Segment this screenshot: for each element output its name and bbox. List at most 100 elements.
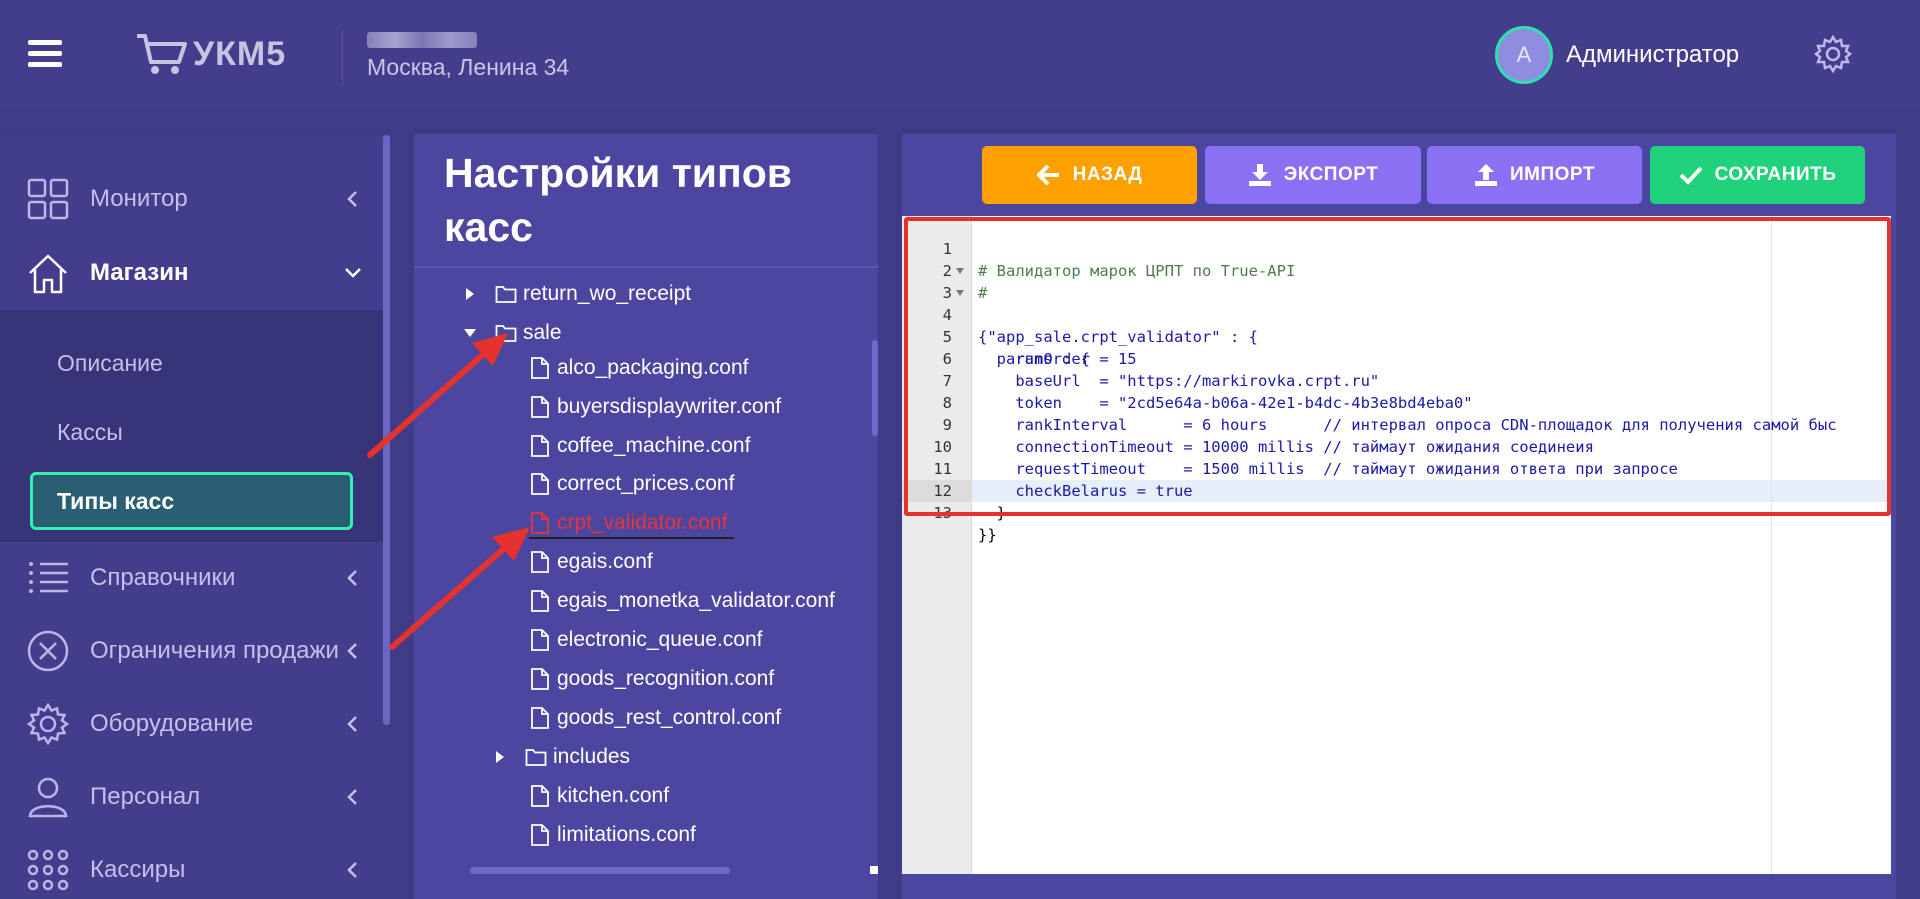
submenu-item-cashbox-types[interactable]: Типы касс [30,472,353,530]
divider [414,266,878,268]
header-divider [342,30,343,86]
sidebar: Монитор Магазин Описание Кассы Типы касс… [0,135,383,899]
back-label: НАЗАД [1072,164,1143,185]
chevron-down-icon [345,268,361,278]
gear-icon [26,702,70,746]
file-icon [531,473,549,495]
user-menu[interactable]: A Администратор [1495,26,1739,84]
chevron-left-icon [347,191,357,207]
sidebar-item-label: Справочники [90,564,236,591]
file-icon [531,551,549,573]
tree-file-kitchen[interactable]: kitchen.conf [529,778,669,814]
tree-file-limitations[interactable]: limitations.conf [529,817,696,853]
store-selector[interactable]: Москва, Ленина 34 [367,32,569,81]
file-icon [531,785,549,807]
file-icon [531,590,549,612]
caret-right-icon [496,751,504,763]
tree-label: limitations.conf [557,823,696,846]
tree-file-egais-monetka-validator[interactable]: egais_monetka_validator.conf [529,583,835,619]
sidebar-item-label: Оборудование [90,710,254,737]
tree-file-buyersdisplaywriter[interactable]: buyersdisplaywriter.conf [529,389,781,425]
submenu-item-description[interactable]: Описание [57,350,163,377]
cart-icon [137,34,187,74]
upload-icon [1475,164,1498,186]
avatar: A [1495,26,1553,84]
folder-icon [495,286,517,303]
arrow-left-icon [1036,164,1059,186]
top-bar: УКМ5 Москва, Ленина 34 A Администратор [0,0,1920,108]
tree-folder-sale[interactable]: sale [463,315,562,351]
code-text: }} [978,526,997,544]
sidebar-item-monitor[interactable]: Монитор [0,166,383,232]
tree-folder-return-wo-receipt[interactable]: return_wo_receipt [463,276,691,312]
import-label: ИМПОРТ [1510,164,1595,185]
sidebar-item-label: Ограничения продажи [90,637,339,664]
scrollbar-corner [870,866,878,874]
checkmark-icon [1679,166,1703,185]
tree-file-alco-packaging[interactable]: alco_packaging.conf [529,350,748,386]
panel-title: Настройки типов касс [444,150,792,250]
sidebar-item-equipment[interactable]: Оборудование [0,691,383,757]
sidebar-item-directories[interactable]: Справочники [0,545,383,611]
file-icon [531,396,549,418]
tree-label: goods_recognition.conf [557,667,775,690]
x-circle-icon [27,630,69,672]
tree-horizontal-scrollbar[interactable] [470,867,730,874]
file-icon [531,357,549,379]
store-name-blurred [367,32,477,48]
file-icon [531,512,549,534]
tree-label: goods_rest_control.conf [557,706,782,729]
tree-label: egais_monetka_validator.conf [557,589,835,612]
caret-down-icon [464,329,476,337]
import-button[interactable]: ИМПОРТ [1427,146,1642,204]
tree-vertical-scrollbar[interactable] [872,340,878,436]
sidebar-item-cashiers[interactable]: Кассиры [0,837,383,899]
settings-gear-icon[interactable] [1813,34,1853,74]
tree-label: crpt_validator.conf [557,511,728,534]
save-button[interactable]: СОХРАНИТЬ [1650,146,1865,204]
tree-file-correct-prices[interactable]: correct_prices.conf [529,466,734,502]
tree-label: includes [553,745,631,768]
submenu-item-cashboxes[interactable]: Кассы [57,419,123,446]
tree-file-goods-recognition[interactable]: goods_recognition.conf [529,661,774,697]
tree-label: sale [523,321,562,344]
folder-icon [495,325,517,342]
dots-grid-icon [27,849,69,891]
caret-right-icon [466,288,474,300]
logo-text: УКМ5 [193,34,287,73]
sidebar-item-label: Монитор [90,185,188,212]
chevron-left-icon [347,570,357,586]
hamburger-menu-icon[interactable] [28,40,62,68]
tree-label: correct_prices.conf [557,472,735,495]
tree-file-crpt-validator[interactable]: crpt_validator.conf [529,505,727,541]
tree-label: buyersdisplaywriter.conf [557,395,782,418]
tree-file-electronic-queue[interactable]: electronic_queue.conf [529,622,762,658]
store-address: Москва, Ленина 34 [367,54,570,80]
tree-label: egais.conf [557,550,653,573]
sidebar-item-sales-restrictions[interactable]: Ограничения продажи [0,618,383,684]
tree-folder-includes[interactable]: includes [493,739,630,775]
logo[interactable]: УКМ5 [135,30,286,78]
selected-file-underline [529,537,734,539]
tree-label: electronic_queue.conf [557,628,763,651]
export-label: ЭКСПОРТ [1283,164,1379,185]
back-button[interactable]: НАЗАД [982,146,1197,204]
tree-label: kitchen.conf [557,784,670,807]
file-icon [531,707,549,729]
tree-label: alco_packaging.conf [557,356,749,379]
tree-file-egais[interactable]: egais.conf [529,544,653,580]
export-button[interactable]: ЭКСПОРТ [1205,146,1421,204]
chevron-left-icon [347,643,357,659]
grid-icon [27,178,69,220]
download-icon [1248,164,1271,186]
chevron-left-icon [347,716,357,732]
sidebar-item-personnel[interactable]: Персонал [0,764,383,830]
sidebar-scrollbar[interactable] [383,135,390,725]
tree-file-coffee-machine[interactable]: coffee_machine.conf [529,428,750,464]
sidebar-item-label: Персонал [90,783,201,810]
chevron-left-icon [347,789,357,805]
tree-file-goods-rest-control[interactable]: goods_rest_control.conf [529,700,781,736]
user-name: Администратор [1566,41,1740,68]
sidebar-item-store[interactable]: Магазин [0,240,383,306]
file-icon [531,668,549,690]
